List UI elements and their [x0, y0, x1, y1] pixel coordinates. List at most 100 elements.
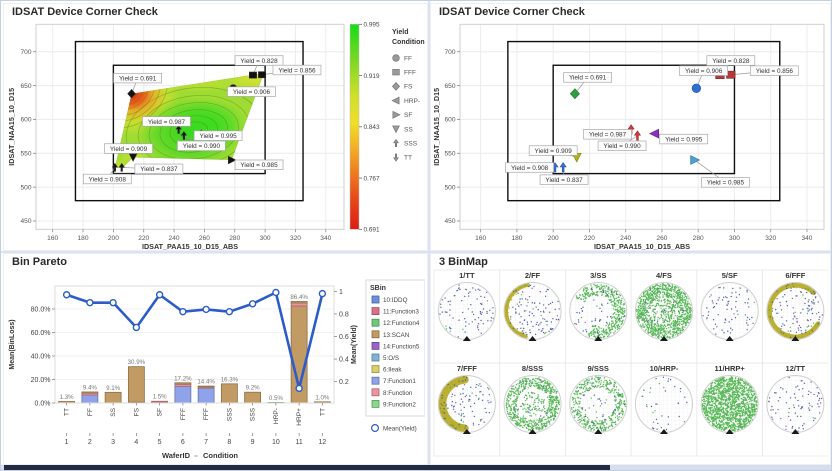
svg-text:0.767: 0.767	[364, 175, 380, 182]
wafer-cell-7/FFF[interactable]: 7/FFF	[434, 363, 500, 456]
svg-text:0.2: 0.2	[339, 379, 349, 386]
wafer-cell-10/HRP-[interactable]: 10/HRP-	[631, 363, 697, 456]
svg-text:6/FFF: 6/FFF	[785, 271, 805, 280]
svg-text:240: 240	[169, 235, 180, 242]
legend-item-FFF[interactable]: FFF	[393, 69, 416, 76]
wafer-cell-4/FS[interactable]: 4/FS	[631, 270, 697, 363]
svg-text:9.4%: 9.4%	[83, 384, 98, 391]
sbin-legend-item[interactable]: 8:Function	[372, 389, 413, 397]
wafer-cell-5/SF[interactable]: 5/SF	[697, 270, 763, 363]
legend-item-HRP-[interactable]: HRP-	[392, 97, 420, 105]
svg-text:3: 3	[111, 439, 115, 446]
svg-text:650: 650	[20, 83, 31, 90]
legend-item-TT[interactable]: TT	[394, 154, 412, 162]
svg-text:2/FF: 2/FF	[525, 271, 541, 280]
svg-text:1: 1	[339, 289, 343, 296]
sbin-legend-item[interactable]: 6:Ileak	[372, 366, 402, 374]
svg-text:17.2%: 17.2%	[174, 375, 192, 382]
pareto-bar-9[interactable]	[245, 392, 261, 403]
corner-contour-chart[interactable]: Yield = 0.691Yield = 0.906Yield = 0.828Y…	[4, 18, 425, 250]
svg-text:6: 6	[181, 439, 185, 446]
svg-text:7/FFF: 7/FFF	[457, 364, 477, 373]
corner-scatter-chart[interactable]: Yield = 0.691Yield = 0.906Yield = 0.828Y…	[431, 18, 828, 250]
svg-text:12:Function4: 12:Function4	[383, 320, 420, 327]
sbin-legend-item[interactable]: 11:Function3	[372, 308, 419, 316]
data-point-FFF[interactable]	[258, 72, 265, 78]
svg-text:Yield = 0.828: Yield = 0.828	[240, 58, 278, 65]
svg-text:280: 280	[693, 235, 704, 242]
yield-annotation: Yield = 0.990	[598, 141, 646, 151]
sbin-legend-item[interactable]: 10:IDDQ	[372, 296, 408, 304]
sbin-legend-item[interactable]: 9:Function2	[372, 400, 416, 408]
yield-annotation: Yield = 0.908	[83, 174, 131, 184]
svg-text:1.0%: 1.0%	[315, 394, 330, 401]
legend-item-FS[interactable]: FS	[392, 83, 413, 91]
svg-text:1.3%: 1.3%	[60, 394, 75, 401]
legend-item-SSS[interactable]: SSS	[394, 139, 418, 147]
yield-annotation: Yield = 0.828	[707, 56, 755, 66]
svg-text:80.0%: 80.0%	[31, 306, 51, 313]
sbin-legend-item[interactable]: 13:SCAN	[372, 331, 410, 339]
sbin-legend-item[interactable]: 7:Function1	[372, 377, 416, 385]
svg-text:Yield = 0.909: Yield = 0.909	[110, 146, 148, 153]
svg-text:Yield = 0.856: Yield = 0.856	[756, 68, 794, 75]
svg-text:12/TT: 12/TT	[786, 364, 806, 373]
sbin-legend-item[interactable]: 5:O/S	[372, 354, 399, 362]
scrollbar-thumb[interactable]	[4, 465, 610, 470]
legend-item-SF[interactable]: SF	[393, 111, 413, 119]
svg-text:700: 700	[20, 49, 31, 56]
svg-text:220: 220	[138, 235, 149, 242]
legend-item-FF[interactable]: FF	[393, 55, 412, 63]
yield-annotation: Yield = 0.856	[750, 66, 798, 76]
horizontal-scrollbar[interactable]	[1, 465, 831, 470]
sbin-legend-item[interactable]: 12:Function4	[372, 319, 420, 327]
wafer-cell-12/TT[interactable]: 12/TT	[763, 363, 829, 456]
pareto-bar-7[interactable]	[198, 386, 214, 403]
svg-text:Mean(Yield): Mean(Yield)	[383, 426, 417, 433]
wafer-cell-8/SSS[interactable]: 8/SSS	[500, 363, 566, 456]
svg-text:11:Function3: 11:Function3	[383, 309, 419, 316]
binmap-grid[interactable]: 1/TT 2/FF 3/SS4/FS5/SF 6/FFF 7/FFF 8/SSS 9/SSS…	[431, 268, 828, 464]
svg-text:180: 180	[511, 235, 522, 242]
svg-text:10: 10	[272, 439, 280, 446]
svg-text:Yield = 0.908: Yield = 0.908	[89, 176, 127, 183]
panel-binmap: 3 BinMap 1/TT2/FF3/SS4/FS5/SF6/FFF7/FFF8…	[430, 253, 831, 465]
pareto-bar-3[interactable]	[105, 392, 121, 403]
mean-yield-legend[interactable]: Mean(Yield)	[372, 425, 417, 433]
svg-text:16.3%: 16.3%	[221, 376, 239, 383]
wafer-cell-6/FFF[interactable]: 6/FFF	[763, 270, 829, 363]
wafer-cell-3/SS[interactable]: 3/SS	[565, 270, 631, 363]
svg-text:260: 260	[199, 235, 210, 242]
svg-text:0.919: 0.919	[364, 73, 380, 80]
svg-text:13:SCAN: 13:SCAN	[383, 332, 410, 339]
wafer-cell-9/SSS[interactable]: 9/SSS	[565, 363, 631, 456]
wafer-cell-2/FF[interactable]: 2/FF	[500, 270, 566, 363]
pareto-bar-4[interactable]	[128, 367, 144, 403]
panel-corner-scatter: IDSAT Device Corner Check Yield = 0.691Y…	[430, 3, 831, 251]
svg-text:=: =	[194, 453, 198, 460]
legend-item-SS[interactable]: SS	[393, 126, 414, 133]
svg-text:160: 160	[475, 235, 486, 242]
svg-text:8:Function: 8:Function	[383, 390, 413, 397]
svg-text:SSS: SSS	[250, 407, 257, 421]
svg-text:9:Function2: 9:Function2	[383, 401, 416, 408]
svg-text:220: 220	[584, 235, 595, 242]
sbin-legend-item[interactable]: 14:Function5	[372, 342, 420, 350]
bin-pareto-chart[interactable]: 1.3%9.4%9.1%30.9%1.5%17.2%14.4%16.3%9.2%…	[4, 268, 425, 464]
wafer-cell-11/HRP+[interactable]: 11/HRP+	[697, 363, 763, 456]
wafer-cell-1/TT[interactable]: 1/TT	[434, 270, 500, 363]
svg-text:260: 260	[656, 235, 667, 242]
pareto-bar-8[interactable]	[221, 384, 237, 403]
data-point-FF[interactable]	[692, 84, 701, 93]
pareto-bar-2[interactable]	[82, 392, 98, 403]
svg-text:IDSAT_NAA15_10_D15: IDSAT_NAA15_10_D15	[432, 88, 441, 166]
panel-title-corner-contour: IDSAT Device Corner Check	[4, 4, 427, 18]
svg-text:300: 300	[260, 235, 271, 242]
svg-text:Yield = 0.691: Yield = 0.691	[569, 75, 607, 82]
svg-text:9/SSS: 9/SSS	[588, 364, 609, 373]
data-point-FFF[interactable]	[249, 72, 256, 78]
svg-text:Yield = 0.856: Yield = 0.856	[278, 67, 316, 74]
pareto-bar-6[interactable]	[175, 383, 191, 403]
svg-text:IDSAT_PAA15_10_D15_ABS: IDSAT_PAA15_10_D15_ABS	[142, 242, 238, 250]
svg-text:700: 700	[444, 49, 455, 56]
